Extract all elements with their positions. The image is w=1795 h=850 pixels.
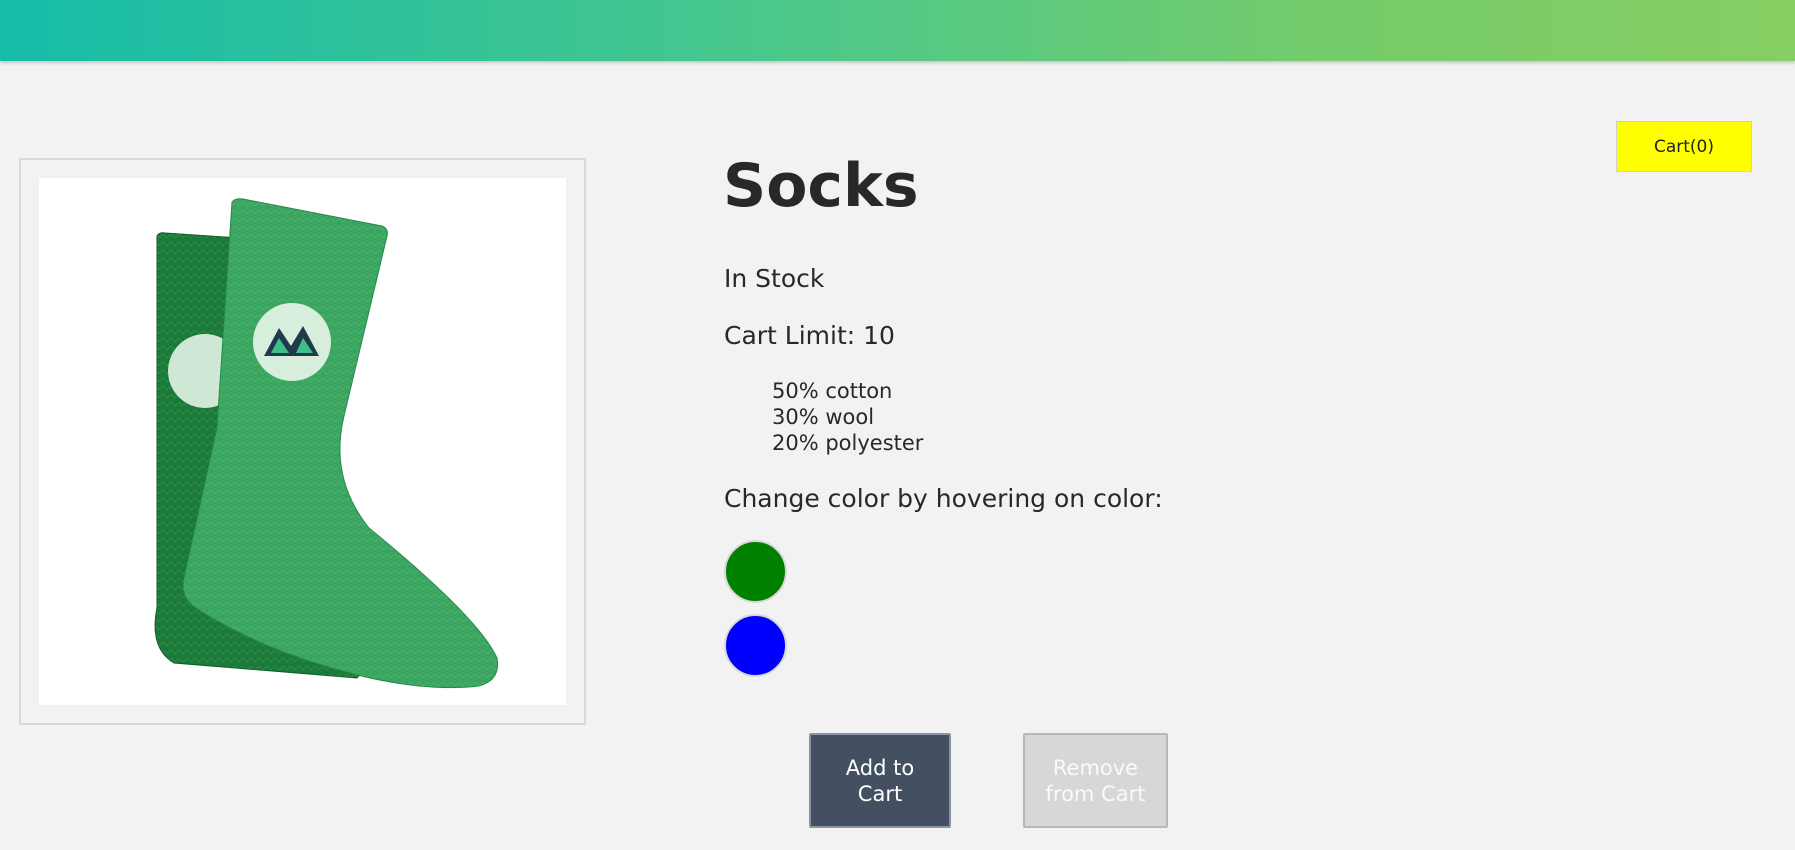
add-button-line1: Add to [845,755,915,780]
product-image [39,178,566,705]
detail-item: 50% cotton [772,379,893,403]
green-socks-image [154,198,499,689]
stock-status: In Stock [724,264,825,293]
remove-button-line1: Remove [1052,755,1139,780]
color-swatch-blue[interactable] [724,614,787,677]
cart-limit: Cart Limit: 10 [724,321,895,350]
detail-item: 30% wool [772,405,875,429]
product-title: Socks [723,151,919,221]
cart-button[interactable]: Cart(0) [1616,121,1752,172]
remove-button-line2: from Cart [1045,781,1146,806]
cart-label: Cart(0) [1653,136,1715,157]
color-prompt: Change color by hovering on color: [724,484,1163,513]
detail-item: 20% polyester [772,431,924,455]
product-details-list: 50% cotton 30% wool 20% polyester [772,378,923,456]
product-image-frame [19,158,586,725]
remove-from-cart-button[interactable]: Remove from Cart [1023,733,1168,828]
color-swatch-green[interactable] [724,540,787,603]
add-to-cart-button[interactable]: Add to Cart [809,733,951,828]
top-nav-bar [0,0,1795,61]
add-button-line2: Cart [857,781,903,806]
